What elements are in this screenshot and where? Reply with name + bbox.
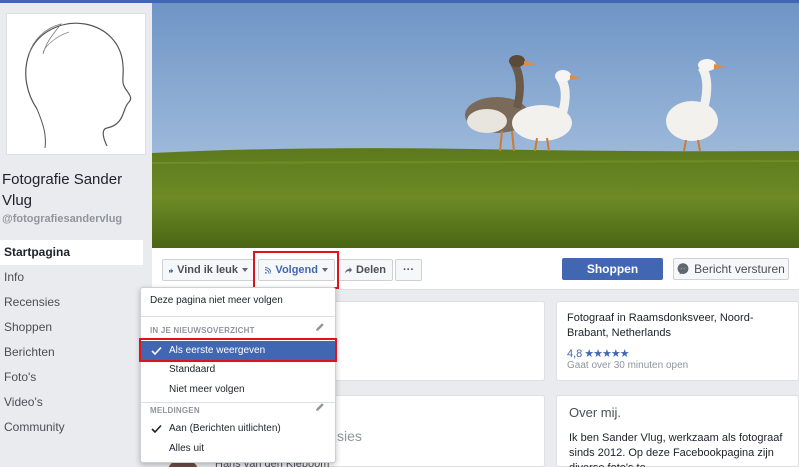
sidebar-nav: Startpagina Info Recensies Shoppen Beric… [0, 240, 143, 440]
more-options-button[interactable]: ··· [395, 259, 422, 281]
sidebar: Fotografie Sander Vlug @fotografiesander… [0, 3, 152, 467]
sidebar-item-videos[interactable]: Video's [0, 390, 143, 415]
more-dots-icon: ··· [403, 264, 414, 276]
follow-dropdown-menu: Deze pagina niet meer volgen IN JE NIEUW… [140, 287, 336, 463]
sidebar-item-shoppen[interactable]: Shoppen [0, 315, 143, 340]
sidebar-item-berichten[interactable]: Berichten [0, 340, 143, 365]
menu-item-notifications-off[interactable]: Alles uit [141, 439, 335, 459]
menu-item-unfollow[interactable]: Niet meer volgen [141, 380, 335, 400]
cover-photo[interactable] [152, 3, 799, 248]
profile-sketch-image [25, 22, 132, 149]
reviews-heading-partial: sies [337, 428, 362, 444]
like-button[interactable]: Vind ik leuk [162, 259, 255, 281]
pencil-icon[interactable] [315, 322, 325, 332]
about-card: Over mij. Ik ben Sander Vlug, werkzaam a… [556, 395, 799, 467]
menu-item-unfollow-page[interactable]: Deze pagina niet meer volgen [141, 291, 335, 311]
sidebar-item-recensies[interactable]: Recensies [0, 290, 143, 315]
rating-value: 4,8 [567, 347, 583, 360]
sidebar-item-startpagina[interactable]: Startpagina [0, 240, 143, 265]
sidebar-item-community[interactable]: Community [0, 415, 143, 440]
notifications-section-header: MELDINGEN [150, 406, 200, 415]
share-arrow-icon [345, 267, 353, 274]
middle-card-reviews: sies [300, 395, 545, 467]
send-message-label: Bericht versturen [694, 262, 785, 276]
checkmark-icon [151, 424, 162, 434]
menu-item-default[interactable]: Standaard [141, 360, 335, 380]
opening-status: Gaat over 30 minuten open [567, 360, 689, 371]
share-button[interactable]: Delen [338, 259, 393, 281]
menu-divider [141, 316, 335, 317]
newsfeed-section-header: IN JE NIEUWSOVERZICHT [150, 326, 255, 335]
page-handle[interactable]: @fotografiesandervlug [2, 213, 122, 225]
highlight-box-see-first [139, 338, 337, 362]
sidebar-item-fotos[interactable]: Foto's [0, 365, 143, 390]
share-label: Delen [356, 264, 386, 276]
chevron-down-icon [242, 268, 248, 272]
page-action-bar: Vind ik leuk Volgend Delen ··· Shoppen B… [152, 248, 799, 290]
send-message-button[interactable]: Bericht versturen [673, 258, 789, 280]
info-card: Fotograaf in Raamsdonksveer, Noord-Braba… [556, 301, 799, 381]
like-label: Vind ik leuk [177, 264, 238, 276]
profile-picture[interactable] [6, 13, 146, 155]
highlight-box-follow [253, 251, 339, 289]
rating-stars-icon: ★★★★★ [584, 348, 629, 360]
thumbs-up-icon [169, 267, 174, 273]
cover-geese-image [152, 3, 799, 248]
menu-divider [141, 402, 335, 403]
about-title: Over mij. [569, 405, 621, 420]
shop-button[interactable]: Shoppen [562, 258, 663, 280]
menu-item-notifications-on[interactable]: Aan (Berichten uitlichten) [141, 419, 335, 439]
menu-item-notifications-on-label: Aan (Berichten uitlichten) [169, 423, 281, 434]
location-text: Fotograaf in Raamsdonksveer, Noord-Braba… [567, 312, 754, 339]
page-name[interactable]: Fotografie Sander Vlug [2, 169, 148, 211]
rating[interactable]: 4,8 ★★★★★ [567, 347, 630, 361]
messenger-icon [677, 263, 689, 275]
about-text: Ik ben Sander Vlug, werkzaam als fotogra… [569, 432, 783, 467]
sidebar-item-info[interactable]: Info [0, 265, 143, 290]
pencil-icon[interactable] [315, 402, 325, 412]
